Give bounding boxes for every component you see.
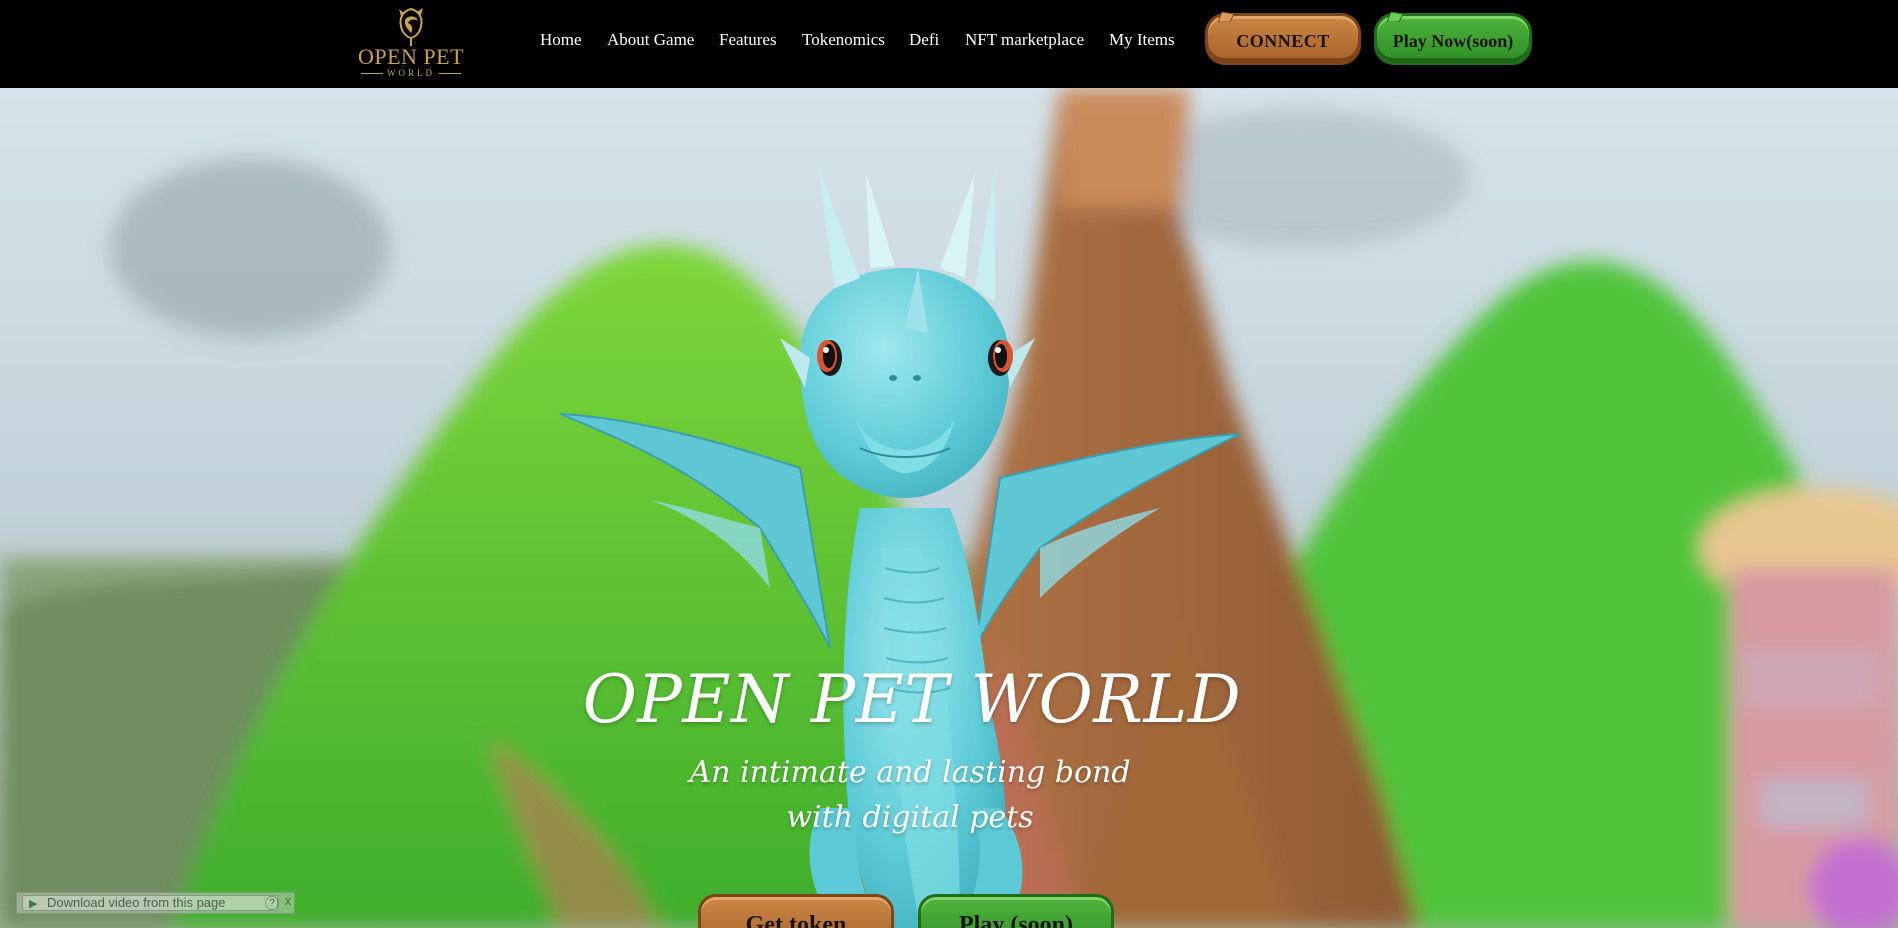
- download-video-label: Download video from this page: [47, 895, 226, 910]
- dragon-emblem-icon: [399, 7, 423, 46]
- nav-link-home[interactable]: Home: [540, 28, 582, 52]
- get-token-button-label: Get token: [745, 912, 847, 928]
- play-icon: ▶: [29, 898, 38, 910]
- hero-subtitle-line-2: with digital pets: [786, 800, 1034, 835]
- get-token-button[interactable]: Get token: [698, 894, 894, 928]
- button-chip-icon: [1387, 12, 1403, 22]
- hero-section: OPEN PET WORLD An intimate and lasting b…: [0, 88, 1898, 928]
- connect-wallet-button[interactable]: CONNECT: [1205, 12, 1361, 65]
- close-icon[interactable]: X: [281, 896, 295, 910]
- hero-title: OPEN PET WORLD: [582, 661, 1242, 738]
- nav-link-tokenomics[interactable]: Tokenomics: [802, 28, 885, 52]
- nav-link-features[interactable]: Features: [719, 28, 777, 52]
- play-soon-button[interactable]: Play (soon): [918, 894, 1114, 928]
- nav-link-about-game[interactable]: About Game: [607, 28, 694, 52]
- nav-link-my-items[interactable]: My Items: [1109, 28, 1175, 52]
- nav-link-defi[interactable]: Defi: [909, 28, 939, 52]
- download-video-bar: ▶ Download video from this page ? X: [16, 892, 295, 914]
- connect-button-label: CONNECT: [1236, 31, 1330, 51]
- play-soon-button-label: Play (soon): [959, 912, 1073, 928]
- hero-subtitle-line-1: An intimate and lasting bond: [689, 755, 1131, 790]
- logo-title: OPEN PET: [357, 44, 465, 69]
- top-navbar: OPEN PET WORLD Home About Game Features …: [0, 0, 1898, 88]
- nav-link-nft-marketplace[interactable]: NFT marketplace: [965, 28, 1084, 52]
- download-video-button[interactable]: ▶ Download video from this page: [22, 895, 278, 911]
- button-chip-icon: [1218, 12, 1234, 22]
- help-icon[interactable]: ?: [265, 896, 279, 910]
- play-now-button-label: Play Now(soon): [1392, 31, 1514, 51]
- play-now-button[interactable]: Play Now(soon): [1374, 12, 1532, 65]
- logo-subtitle: WORLD: [356, 68, 466, 78]
- open-pet-world-logo[interactable]: OPEN PET WORLD: [356, 6, 466, 78]
